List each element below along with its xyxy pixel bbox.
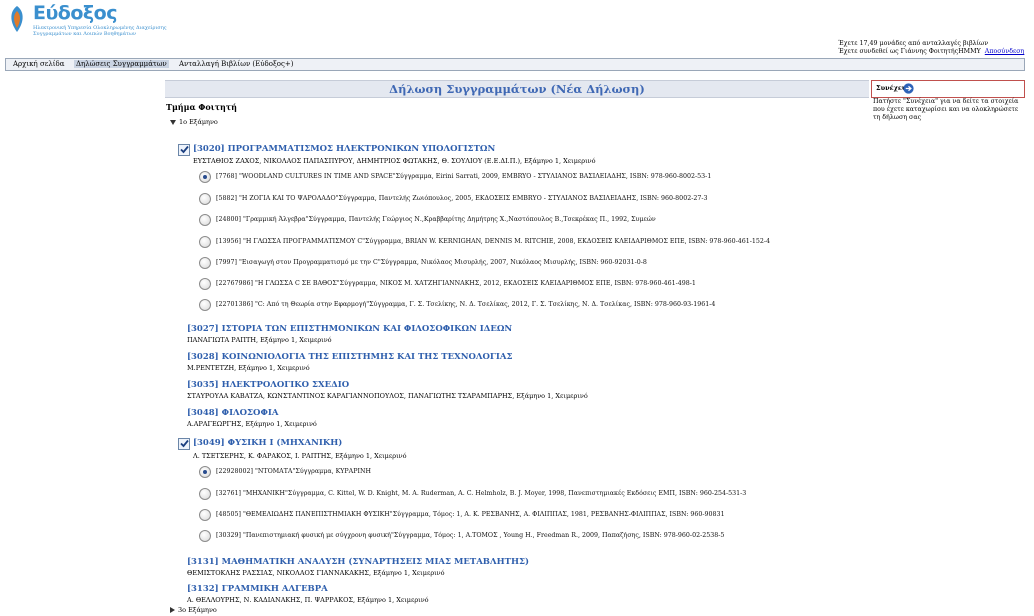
course-info: Λ. ΤΣΕΤΣΕΡΗΣ, Κ. ΦΑΡΑΚΟΣ, Ι. ΡΑΠΤΗΣ, Εξά… xyxy=(193,452,407,460)
textbook-radio[interactable] xyxy=(199,530,211,542)
textbook-radio[interactable] xyxy=(199,236,211,248)
course-title[interactable]: [3027] ΙΣΤΟΡΙΑ ΤΩΝ ΕΠΙΣΤΗΜΟΝΙΚΩΝ ΚΑΙ ΦΙΛ… xyxy=(187,324,512,334)
department-heading: Τμήμα Φοιτητή xyxy=(166,102,237,112)
course-info: ΘΕΜΙΣΤΟΚΛΗΣ ΡΑΣΣΙΑΣ, ΝΙΚΟΛΑΟΣ ΓΙΑΝΝΑΚΑΚΗ… xyxy=(187,569,445,577)
textbook-option-label: [7768] "WOODLAND CULTURES IN TIME AND SP… xyxy=(216,173,712,180)
textbook-option-label: [24800] "Γραμμική Άλγεβρα"Σύγγραμμα, Παν… xyxy=(216,216,656,223)
course-title[interactable]: [3048] ΦΙΛΟΣΟΦΙΑ xyxy=(187,408,278,418)
check-icon xyxy=(180,145,189,154)
textbook-radio[interactable] xyxy=(199,299,211,311)
exchange-points-text: Έχετε 17,49 μονάδες από ανταλλαγές βιβλί… xyxy=(838,40,989,47)
continue-panel: Συνέχεια xyxy=(871,80,1025,98)
continue-hint: Πατήστε "Συνέχεια" για να δείτε τα στοιχ… xyxy=(873,98,1019,121)
course-checkbox[interactable] xyxy=(178,438,190,450)
textbook-radio[interactable] xyxy=(199,278,211,290)
course-title[interactable]: [3131] ΜΑΘΗΜΑΤΙΚΗ ΑΝΑΛΥΣΗ (ΣΥΝΑΡΤΗΣΕΙΣ Μ… xyxy=(187,557,529,567)
semester-1-toggle[interactable]: 1ο Εξάμηνο xyxy=(170,118,218,126)
nav-book-exchange[interactable]: Ανταλλαγή Βιβλίων (Εύδοξος+) xyxy=(179,60,294,68)
course-info: ΠΑΝΑΓΙΩΤΑ ΡΑΠΤΗ, Εξάμηνο 1, Χειμερινό xyxy=(187,336,332,344)
course-info: Α. ΘΕΛΛΟΥΡΗΣ, Ν. ΚΑΔΙΑΝΑΚΗΣ, Π. ΨΑΡΡΑΚΟΣ… xyxy=(187,596,429,604)
textbook-option-label: [5882] "Η ΖΟΓΙΑ ΚΑΙ ΤΟ ΨΑΡΟΛΑΔΟ"Σύγγραμμ… xyxy=(216,195,708,202)
triangle-down-icon xyxy=(170,119,176,125)
course-title[interactable]: [3020] ΠΡΟΓΡΑΜΜΑΤΙΣΜΟΣ ΗΛΕΚΤΡΟΝΙΚΩΝ ΥΠΟΛ… xyxy=(193,144,495,154)
textbook-option-label: [22767986] "Η ΓΛΩΣΣΑ C ΣΕ ΒΑΘΟΣ"Σύγγραμμ… xyxy=(216,280,696,287)
textbook-radio[interactable] xyxy=(199,171,211,183)
logo-tagline-2: Συγγραμμάτων και Λοιπών Βοηθημάτων xyxy=(33,31,137,37)
nav-home[interactable]: Αρχική σελίδα xyxy=(13,60,64,68)
course-info: Μ.ΡΕΝΤΕΤΖΗ, Εξάμηνο 1, Χειμερινό xyxy=(187,364,310,372)
textbook-radio[interactable] xyxy=(199,193,211,205)
course-title[interactable]: [3035] ΗΛΕΚΤΡΟΛΟΓΙΚΟ ΣΧΕΔΙΟ xyxy=(187,380,349,390)
textbook-option-label: [7997] "Εισαγωγή στον Προγραμματισμό με … xyxy=(216,259,647,266)
course-title[interactable]: [3028] ΚΟΙΝΩΝΙΟΛΟΓΙΑ ΤΗΣ ΕΠΙΣΤΗΜΗΣ ΚΑΙ Τ… xyxy=(187,352,513,362)
textbook-radio[interactable] xyxy=(199,509,211,521)
course-title[interactable]: [3049] ΦΥΣΙΚΗ Ι (ΜΗΧΑΝΙΚΗ) xyxy=(193,438,342,448)
nav-textbook-declarations[interactable]: Δηλώσεις Συγγραμμάτων xyxy=(74,60,169,68)
textbook-radio[interactable] xyxy=(199,214,211,226)
triangle-right-icon xyxy=(170,607,175,613)
textbook-radio[interactable] xyxy=(199,257,211,269)
textbook-option-label: [32761] "ΜΗΧΑΝΙΚΗ"Σύγγραμμα, C. Kittel, … xyxy=(216,490,747,497)
semester-3-toggle[interactable]: 3ο Εξάμηνο xyxy=(170,606,217,614)
textbook-option-label: [22928002] "ΝΤΟΜΑΤΑ"Σύγγραμμα, ΚΥΡΑΡΙΝΗ xyxy=(216,468,371,475)
arrow-right-icon[interactable] xyxy=(903,83,914,94)
textbook-option-label: [30329] "Πανεπιστημιακή φυσική με σύγχρο… xyxy=(216,532,725,539)
main-nav: Αρχική σελίδα Δηλώσεις Συγγραμμάτων Αντα… xyxy=(5,58,1025,71)
logged-in-as-text: Έχετε συνδεθεί ως Γιάννης ΦοιτητήςΗΜΜΥ xyxy=(838,48,981,55)
textbook-radio[interactable] xyxy=(199,466,211,478)
textbook-radio[interactable] xyxy=(199,488,211,500)
title-bar: Δήλωση Συγγραμμάτων (Νέα Δήλωση) xyxy=(165,80,869,98)
course-checkbox[interactable] xyxy=(178,144,190,156)
textbook-option-label: [22701386] "C: Από τη Θεωρία στην Εφαρμο… xyxy=(216,301,716,308)
page-title: Δήλωση Συγγραμμάτων (Νέα Δήλωση) xyxy=(389,82,645,96)
course-info: ΕΥΣΤΑΘΙΟΣ ΖΑΧΟΣ, ΝΙΚΟΛΑΟΣ ΠΑΠΑΣΠΥΡΟΥ, ΔΗ… xyxy=(193,157,596,165)
logout-link[interactable]: Αποσύνδεση xyxy=(985,48,1025,55)
textbook-option-label: [13956] "Η ΓΛΩΣΣΑ ΠΡΟΓΡΑΜΜΑΤΙΣΜΟΥ C"Σύγγ… xyxy=(216,238,771,245)
user-info: Έχετε 17,49 μονάδες από ανταλλαγές βιβλί… xyxy=(838,40,1024,56)
eudoxus-logo-icon xyxy=(11,6,23,32)
semester-3-label: 3ο Εξάμηνο xyxy=(178,606,217,614)
logo-text: Εύδοξος xyxy=(33,2,117,24)
course-info: Α.ΑΡΑΓΕΩΡΓΗΣ, Εξάμηνο 1, Χειμερινό xyxy=(187,420,317,428)
textbook-option-label: [48505] "ΘΕΜΕΛΙΩΔΗΣ ΠΑΝΕΠΙΣΤΗΜΙΑΚΗ ΦΥΣΙΚ… xyxy=(216,511,725,518)
course-title[interactable]: [3132] ΓΡΑΜΜΙΚΗ ΑΛΓΕΒΡΑ xyxy=(187,584,328,594)
eudoxus-logo[interactable]: Εύδοξος Ηλεκτρονική Υπηρεσία Ολοκληρωμέν… xyxy=(6,2,167,37)
semester-1-label: 1ο Εξάμηνο xyxy=(179,118,218,126)
course-info: ΣΤΑΥΡΟΥΛΑ ΚΑΒΑΤΖΑ, ΚΩΝΣΤΑΝΤΙΝΟΣ ΚΑΡΑΓΙΑΝ… xyxy=(187,392,588,400)
check-icon xyxy=(180,439,189,448)
